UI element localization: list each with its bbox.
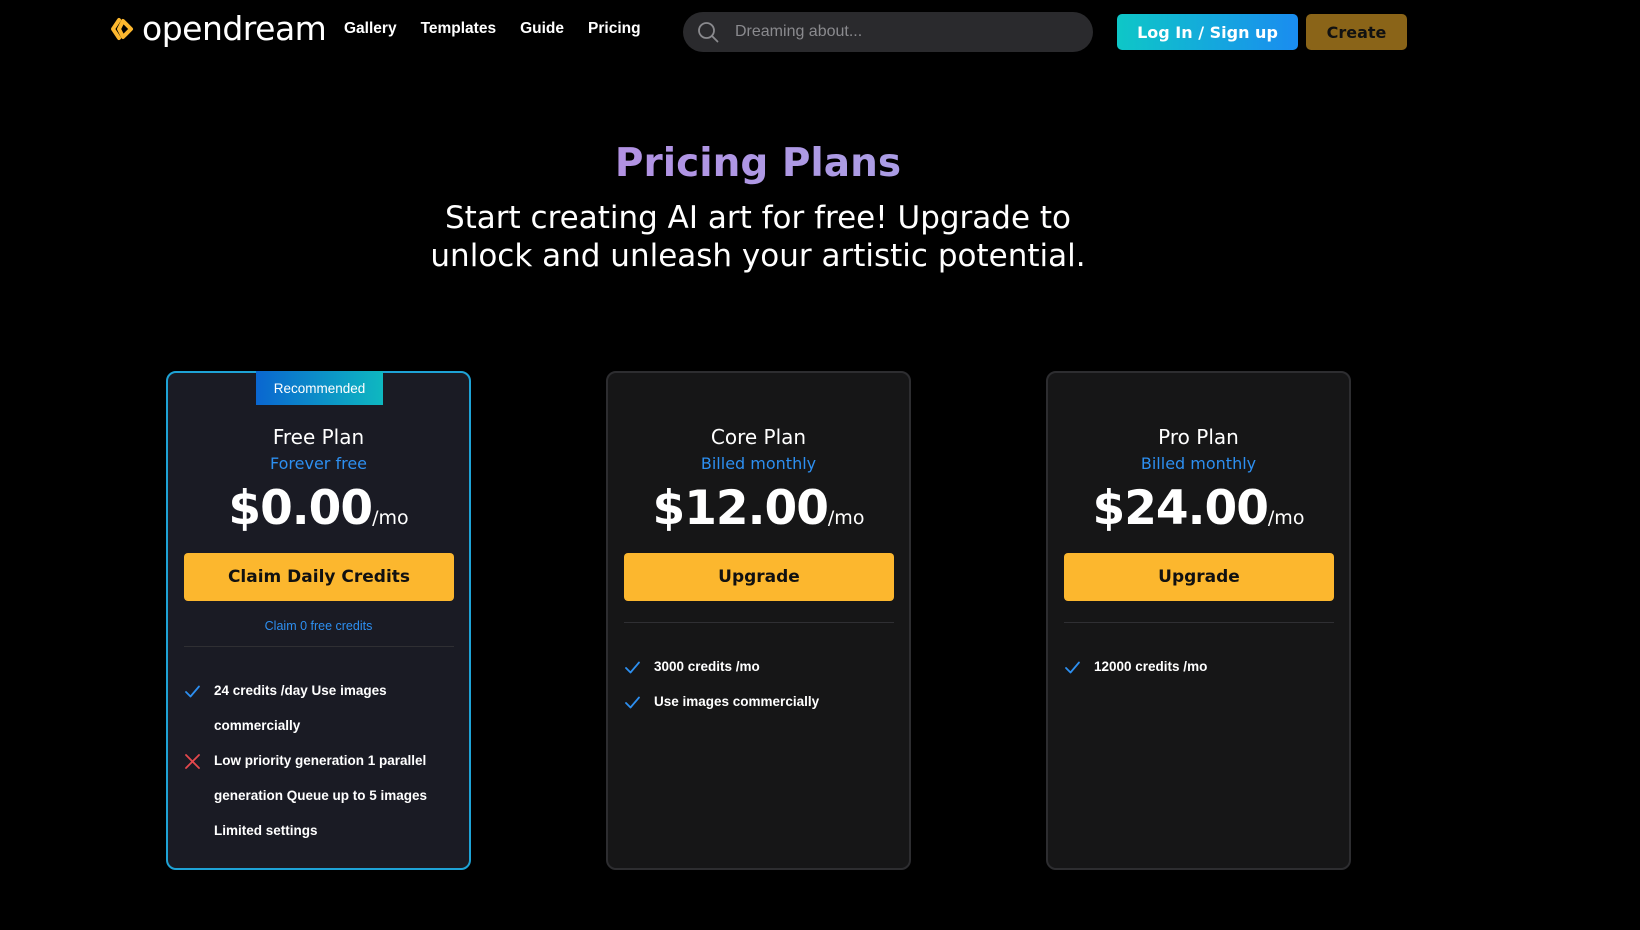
price-unit: /mo (827, 507, 865, 529)
feature-text: Low priority generation 1 parallel gener… (214, 753, 428, 838)
plan-price: $12.00/mo (608, 481, 909, 536)
nav-pricing[interactable]: Pricing (588, 20, 641, 38)
plan-price: $0.00/mo (168, 481, 469, 536)
divider (184, 646, 454, 647)
plan-name: Core Plan (710, 425, 807, 449)
feature-list: 3000 credits /mo Use images commercially (624, 649, 899, 719)
feature-text: 24 credits /day Use images commercially (214, 683, 387, 733)
feature-item: 24 credits /day Use images commercially (184, 673, 459, 743)
plan-name: Free Plan (272, 425, 365, 449)
check-icon (184, 673, 214, 743)
nav-templates[interactable]: Templates (421, 20, 497, 38)
upgrade-button[interactable]: Upgrade (624, 553, 894, 601)
price-unit: /mo (372, 507, 409, 529)
claim-credits-note: Claim 0 free credits (264, 619, 373, 633)
check-icon (624, 649, 654, 684)
plan-price: $24.00/mo (1048, 481, 1349, 536)
feature-item: Low priority generation 1 parallel gener… (184, 743, 459, 848)
create-button[interactable]: Create (1306, 14, 1407, 50)
price-amount: $24.00 (1092, 481, 1269, 536)
search-bar[interactable] (683, 12, 1093, 52)
price-unit: /mo (1267, 507, 1305, 529)
opendream-logo-icon (111, 17, 133, 40)
plan-billing: Billed monthly (1140, 454, 1257, 473)
feature-text: 3000 credits /mo (654, 659, 760, 674)
cross-icon (184, 743, 214, 848)
claim-daily-credits-button[interactable]: Claim Daily Credits (184, 553, 454, 601)
logo[interactable]: opendream (110, 9, 327, 48)
search-icon (698, 22, 719, 43)
logo-text: opendream (142, 9, 327, 48)
divider (624, 622, 894, 623)
top-navbar: opendream Gallery Templates Guide Pricin… (0, 0, 1640, 64)
price-amount: $12.00 (652, 481, 829, 536)
upgrade-button[interactable]: Upgrade (1064, 553, 1334, 601)
check-icon (624, 684, 654, 719)
feature-text: Use images commercially (654, 694, 820, 709)
nav-gallery[interactable]: Gallery (344, 20, 397, 38)
divider (1064, 622, 1334, 623)
page-title: Pricing Plans (0, 141, 1516, 186)
feature-list: 24 credits /day Use images commercially … (184, 673, 459, 848)
feature-item: 3000 credits /mo (624, 649, 899, 684)
page-subtitle: Start creating AI art for free! Upgrade … (430, 200, 1086, 274)
feature-list: 12000 credits /mo (1064, 649, 1339, 684)
feature-item: 12000 credits /mo (1064, 649, 1339, 684)
recommended-badge: Recommended (256, 371, 383, 405)
plan-card-pro: Pro Plan Billed monthly $24.00/mo Upgrad… (1046, 371, 1351, 870)
search-input[interactable] (735, 23, 1055, 41)
plan-card-core: Core Plan Billed monthly $12.00/mo Upgra… (606, 371, 911, 870)
feature-text: 12000 credits /mo (1094, 659, 1208, 674)
nav-guide[interactable]: Guide (520, 20, 564, 38)
plan-card-free: Recommended Free Plan Forever free $0.00… (166, 371, 471, 870)
feature-item: Use images commercially (624, 684, 899, 719)
main-nav: Gallery Templates Guide Pricing (344, 20, 641, 38)
plan-billing: Billed monthly (700, 454, 817, 473)
login-signup-button[interactable]: Log In / Sign up (1117, 14, 1298, 50)
price-amount: $0.00 (228, 481, 373, 536)
plan-billing: Forever free (269, 454, 367, 473)
plan-name: Pro Plan (1158, 425, 1239, 449)
check-icon (1064, 649, 1094, 684)
